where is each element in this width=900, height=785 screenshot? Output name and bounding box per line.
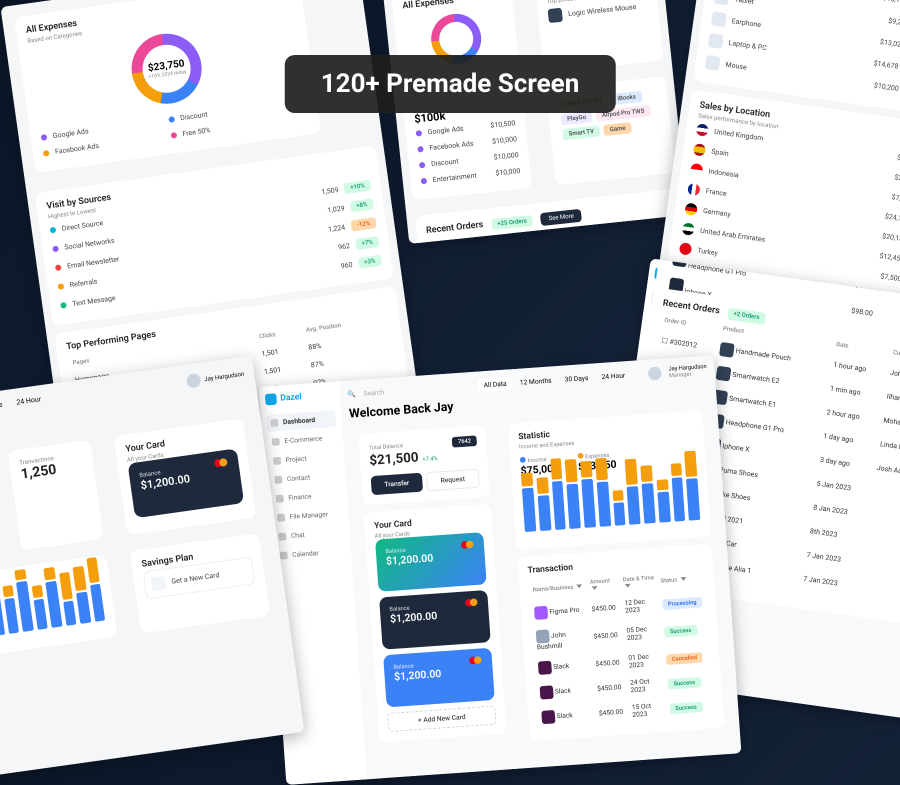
nav-file manager[interactable]: File Manager xyxy=(273,505,343,527)
promo-banner: 120+ Premade Screen xyxy=(285,55,616,113)
credit-card[interactable]: Balance$1,200.00 xyxy=(383,648,495,708)
request-button[interactable]: Request xyxy=(426,469,480,492)
nav-contact[interactable]: Contact xyxy=(270,467,340,489)
nav-finance[interactable]: Finance xyxy=(272,486,342,508)
avatar[interactable] xyxy=(647,366,661,380)
dashboard-panel-3: Smartphone$15,178+12%Tablet$9,245-8%Earp… xyxy=(658,0,900,306)
finance-dashboard: Dazel DashboardE-CommerceProjectContactF… xyxy=(259,355,742,785)
nav-dashboard[interactable]: Dashboard xyxy=(266,410,336,432)
add-card-button[interactable]: + Add New Card xyxy=(387,706,496,733)
transfer-button[interactable]: Transfer xyxy=(371,473,424,496)
avatar[interactable] xyxy=(185,373,201,389)
dashboard-panel-6: All Data12 Months30 Days24 Hour Jay Harg… xyxy=(0,355,305,784)
nav-e-commerce[interactable]: E-Commerce xyxy=(268,429,338,451)
nav-calendar[interactable]: Calendar xyxy=(276,543,346,565)
nav-chat[interactable]: Chat xyxy=(274,524,344,546)
credit-card[interactable]: Balance$1,200.00 xyxy=(375,532,487,592)
brand-logo: Dazel xyxy=(265,389,335,405)
allexp-title: All Expenses xyxy=(402,0,502,11)
nav-project[interactable]: Project xyxy=(269,448,339,470)
search-input[interactable]: Search xyxy=(363,389,384,398)
dashboard-panel-2: All Expenses Top Product Top product in … xyxy=(382,0,688,244)
donut-chart: $23,750 +10% 2024 today xyxy=(127,29,206,108)
credit-card[interactable]: Balance$1,200.00 xyxy=(379,590,491,650)
